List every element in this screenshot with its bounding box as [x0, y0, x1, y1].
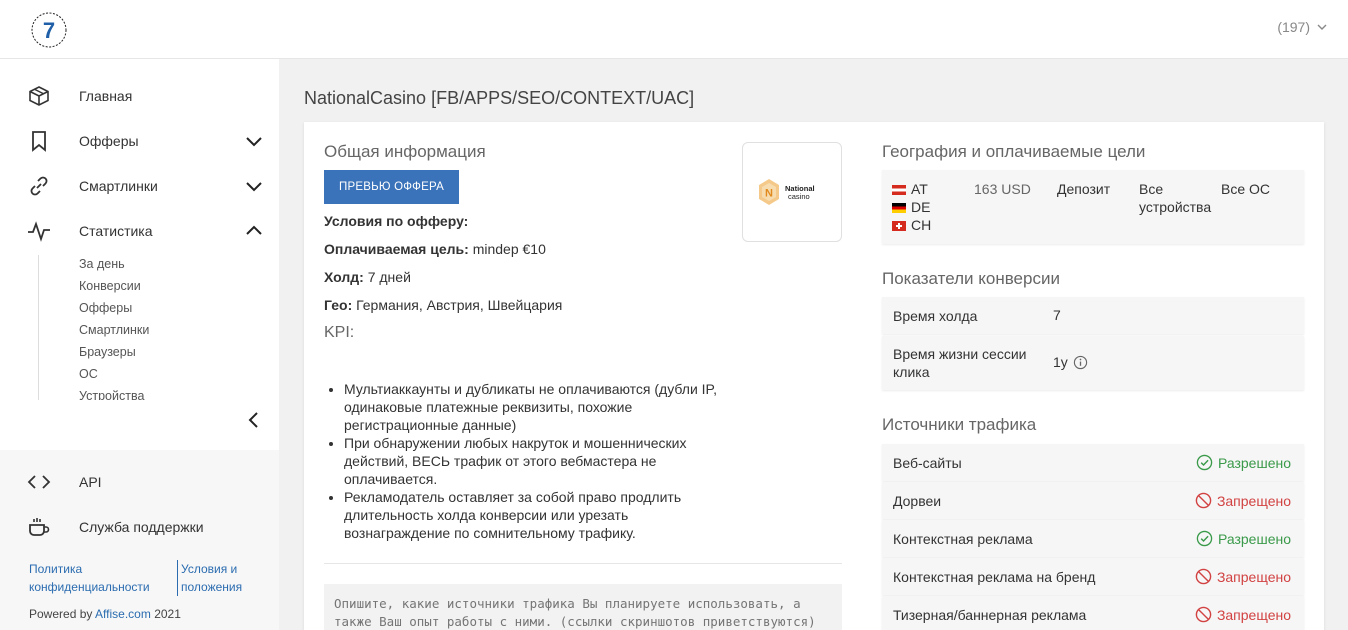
link-icon	[27, 174, 51, 198]
status-badge: Запрещено	[1195, 492, 1291, 509]
offer-logo: N National casino	[742, 142, 842, 242]
sidebar: Главная Офферы Смартлинки Статистика За …	[0, 59, 279, 630]
list-item: При обнаружении любых накруток и мошенни…	[344, 434, 734, 488]
subnav-item-conversions[interactable]: Конверсии	[79, 279, 141, 293]
austria-flag-icon	[892, 185, 906, 195]
forbidden-icon	[1195, 492, 1212, 509]
geo-payout: 163 USD	[974, 181, 1031, 197]
table-row: Тизерная/баннерная реклама Запрещено	[882, 596, 1304, 630]
forbidden-icon	[1195, 606, 1212, 623]
bookmark-icon	[27, 129, 51, 153]
table-row: Дорвеи Запрещено	[882, 482, 1304, 519]
germany-flag-icon	[892, 203, 906, 213]
subnav-item-devices[interactable]: Устройства	[79, 389, 144, 400]
country-ch: CH	[892, 216, 931, 234]
sidebar-item-api[interactable]: API	[0, 462, 279, 502]
geo-countries: AT DE CH	[892, 180, 931, 234]
country-at: AT	[892, 180, 931, 198]
sidebar-item-label: Смартлинки	[79, 178, 158, 194]
svg-text:casino: casino	[788, 192, 810, 201]
traffic-description-input[interactable]	[324, 584, 842, 630]
sidebar-item-offers[interactable]: Офферы	[0, 121, 279, 161]
offer-preview-button[interactable]: ПРЕВЬЮ ОФФЕРА	[324, 170, 459, 204]
conditions-label: Условия по офферу:	[324, 213, 469, 229]
status-badge: Запрещено	[1195, 606, 1291, 623]
sidebar-item-statistics[interactable]: Статистика	[0, 211, 279, 251]
statistics-subnav: За день Конверсии Офферы Смартлинки Брау…	[38, 255, 258, 400]
list-item: Рекламодатель оставляет за собой право п…	[344, 488, 734, 542]
top-header: 7 (197)	[0, 0, 1348, 59]
conversion-title: Показатели конверсии	[882, 269, 1060, 288]
sidebar-item-label: Главная	[79, 88, 133, 104]
sidebar-item-support[interactable]: Служба поддержки	[0, 507, 279, 547]
chevron-down-icon	[246, 137, 262, 147]
sidebar-item-smartlinks[interactable]: Смартлинки	[0, 166, 279, 206]
chevron-down-icon	[246, 182, 262, 192]
table-row: Контекстная реклама Разрешено	[882, 520, 1304, 557]
sidebar-item-label: Офферы	[79, 133, 139, 149]
subnav-item-smartlinks[interactable]: Смартлинки	[79, 323, 149, 337]
footer-links-divider	[177, 560, 178, 596]
geo-goal: Депозит	[1057, 181, 1111, 197]
pulse-icon	[27, 219, 51, 243]
copyright-year: 2021	[154, 607, 181, 621]
page-title: NationalCasino [FB/APPS/SEO/CONTEXT/UAC]	[304, 88, 695, 108]
partners-logo-icon[interactable]: 7	[30, 11, 68, 49]
coffee-cup-icon	[27, 515, 51, 539]
sidebar-footer: API Служба поддержки Политика конфиденци…	[0, 450, 279, 630]
subnav-item-offers[interactable]: Офферы	[79, 301, 132, 315]
geo-goals-table: AT DE CH 163 USD Депозит Все устройства …	[882, 170, 1304, 244]
hold: Холд: 7 дней	[324, 269, 411, 285]
code-icon	[27, 470, 51, 494]
subnav-item-browsers[interactable]: Браузеры	[79, 345, 136, 359]
terms-link[interactable]: Условия и положения	[181, 560, 271, 596]
check-circle-icon	[1196, 530, 1213, 547]
status-badge: Запрещено	[1195, 568, 1291, 585]
chevron-down-icon	[1317, 24, 1327, 30]
sidebar-item-label: API	[79, 474, 102, 490]
subnav-item-by-day[interactable]: За день	[79, 257, 125, 271]
table-row: Время холда 7	[882, 297, 1304, 334]
sidebar-item-label: Статистика	[79, 223, 153, 239]
geo-devices: Все устройства	[1139, 181, 1212, 215]
geo-os: Все ОС	[1221, 181, 1271, 197]
chevron-up-icon	[246, 225, 262, 235]
subnav-item-os[interactable]: ОС	[79, 367, 98, 381]
powered-by: Powered by Affise.com 2021	[29, 607, 181, 621]
divider	[324, 563, 842, 564]
geo: Гео: Германия, Австрия, Швейцария	[324, 297, 563, 313]
table-row: Время жизни сессии клика 1y	[882, 336, 1304, 390]
kpi-list: Мультиаккаунты и дубликаты не оплачивают…	[344, 380, 734, 542]
paid-goal: Оплачиваемая цель: mindep €10	[324, 241, 546, 257]
status-badge: Разрешено	[1196, 530, 1291, 547]
table-row: Контекстная реклама на бренд Запрещено	[882, 558, 1304, 595]
kpi-title: KPI:	[324, 324, 355, 341]
sidebar-main: Главная Офферы Смартлинки Статистика За …	[0, 59, 279, 450]
switzerland-flag-icon	[892, 221, 906, 231]
privacy-policy-link[interactable]: Политика конфиденциальности	[29, 560, 169, 596]
country-de: DE	[892, 198, 931, 216]
geo-title: География и оплачиваемые цели	[882, 142, 1146, 161]
list-item: Мультиаккаунты и дубликаты не оплачивают…	[344, 380, 734, 434]
check-circle-icon	[1196, 454, 1213, 471]
svg-text:7: 7	[43, 18, 55, 43]
national-casino-logo-icon: N National casino	[759, 179, 815, 205]
affise-link[interactable]: Affise.com	[95, 607, 151, 621]
table-row: Веб-сайты Разрешено	[882, 444, 1304, 481]
account-menu[interactable]: (197)	[1277, 19, 1328, 35]
general-info-title: Общая информация	[324, 142, 486, 161]
status-badge: Разрешено	[1196, 454, 1291, 471]
forbidden-icon	[1195, 568, 1212, 585]
sidebar-item-home[interactable]: Главная	[0, 76, 279, 116]
traffic-sources-title: Источники трафика	[882, 415, 1037, 434]
offer-card: Общая информация ПРЕВЬЮ ОФФЕРА Условия п…	[304, 122, 1324, 630]
sidebar-item-label: Служба поддержки	[79, 519, 204, 535]
balance-count: (197)	[1277, 19, 1310, 35]
svg-text:N: N	[765, 188, 773, 200]
info-icon[interactable]	[1073, 355, 1088, 370]
chevron-left-icon[interactable]	[244, 408, 264, 432]
cube-icon	[27, 84, 51, 108]
